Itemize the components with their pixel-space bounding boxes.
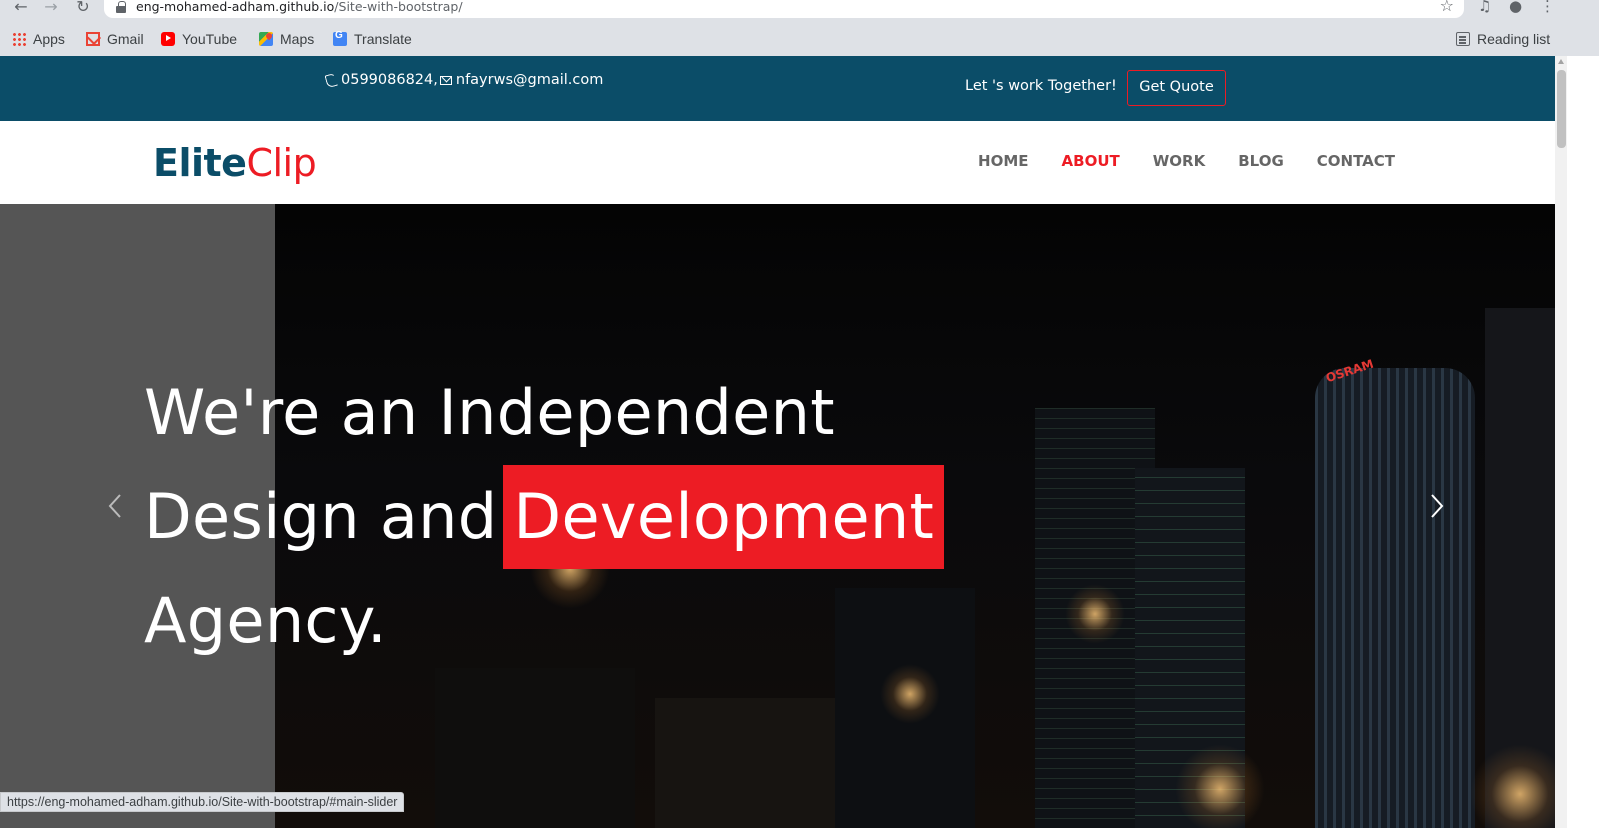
headline-line-2-prefix: Design and [144,480,498,553]
url-host: eng-mohamed-adham.github.io [136,0,335,14]
street-light [1470,744,1555,828]
profile-icon[interactable]: ● [1509,0,1522,14]
reading-list-icon [1456,32,1470,46]
gmail-icon [86,32,100,46]
bookmark-youtube[interactable]: YouTube [161,29,237,49]
url-text[interactable]: eng-mohamed-adham.github.io/Site-with-bo… [136,0,463,14]
phone-icon [325,74,337,86]
forward-icon[interactable]: → [40,0,62,18]
bookmarks-bar: Apps Gmail YouTube Maps Translate Readin… [0,26,1599,74]
reading-list-label: Reading list [1477,31,1551,47]
website-viewport: 0599086824, nfayrws@gmail.com Let 's wor… [0,56,1555,828]
contact-info: 0599086824, nfayrws@gmail.com [325,72,603,88]
page-scrollbar[interactable] [1555,56,1567,828]
translate-icon [333,30,347,46]
mail-icon [439,75,452,85]
reload-icon[interactable]: ↻ [72,0,94,18]
address-bar[interactable]: eng-mohamed-adham.github.io/Site-with-bo… [104,0,1464,18]
chevron-right-icon [1431,494,1444,518]
nav-item-home[interactable]: HOME [978,152,1028,170]
menu-icon[interactable]: ⋮ [1540,0,1555,14]
get-quote-button[interactable]: Get Quote [1127,70,1226,106]
window-edge [1567,56,1599,828]
bookmark-maps[interactable]: Maps [259,29,314,49]
bookmark-label: Apps [33,31,65,47]
reading-list-button[interactable]: Reading list [1456,29,1550,49]
building [1315,368,1475,828]
nav-item-contact[interactable]: CONTACT [1317,152,1395,170]
street-light [1065,584,1125,644]
nav-links: HOME ABOUT WORK BLOG CONTACT [945,152,1395,170]
chevron-left-icon [108,494,121,518]
site-logo[interactable]: EliteClip [153,139,317,187]
nav-item-about[interactable]: ABOUT [1062,152,1120,170]
browser-chrome: ← → ↻ eng-mohamed-adham.github.io/Site-w… [0,0,1599,74]
bookmark-gmail[interactable]: Gmail [86,29,144,49]
tagline: Let 's work Together! [965,78,1117,94]
headline-line-1: We're an Independent [144,376,835,449]
building [435,668,635,828]
status-bar-url: https://eng-mohamed-adham.github.io/Site… [0,792,405,812]
youtube-icon [161,32,175,46]
headline-highlight: Development [503,465,945,569]
main-navbar: EliteClip HOME ABOUT WORK BLOG CONTACT [0,121,1555,204]
bookmark-label: Translate [354,31,412,47]
address-row: ← → ↻ eng-mohamed-adham.github.io/Site-w… [0,0,1599,22]
apps-icon [12,32,26,46]
back-icon[interactable]: ← [10,0,32,18]
star-icon[interactable]: ☆ [1440,0,1454,14]
top-contact-bar: 0599086824, nfayrws@gmail.com Let 's wor… [0,56,1555,121]
hero-headline: We're an Independent Design and Developme… [144,361,945,673]
bookmark-label: YouTube [182,31,238,47]
email-address[interactable]: nfayrws@gmail.com [456,72,604,88]
media-icon[interactable]: ♫ [1478,0,1491,14]
bookmark-apps[interactable]: Apps [12,29,65,49]
slider-prev-button[interactable] [106,491,126,521]
headline-line-3: Agency. [144,584,387,657]
lock-icon[interactable] [116,1,126,13]
bookmark-label: Maps [280,31,315,47]
main-slider: OSRAM We're an Independent Design and Dev… [0,204,1555,828]
bookmark-label: Gmail [107,31,144,47]
bookmark-translate[interactable]: Translate [333,29,412,49]
street-light [1175,744,1265,828]
scroll-up-icon[interactable] [1558,59,1564,64]
maps-icon [259,32,273,46]
phone-number[interactable]: 0599086824, [341,72,438,88]
street-light [880,664,940,724]
url-path: /Site-with-bootstrap/ [334,0,463,14]
logo-part-clip: Clip [246,141,317,185]
nav-item-blog[interactable]: BLOG [1238,152,1284,170]
nav-item-work[interactable]: WORK [1153,152,1205,170]
scroll-thumb[interactable] [1557,70,1566,148]
logo-part-elite: Elite [153,141,247,185]
headline-line-2: Design and Development [144,465,945,569]
slider-next-button[interactable] [1426,491,1446,521]
building [655,698,835,828]
